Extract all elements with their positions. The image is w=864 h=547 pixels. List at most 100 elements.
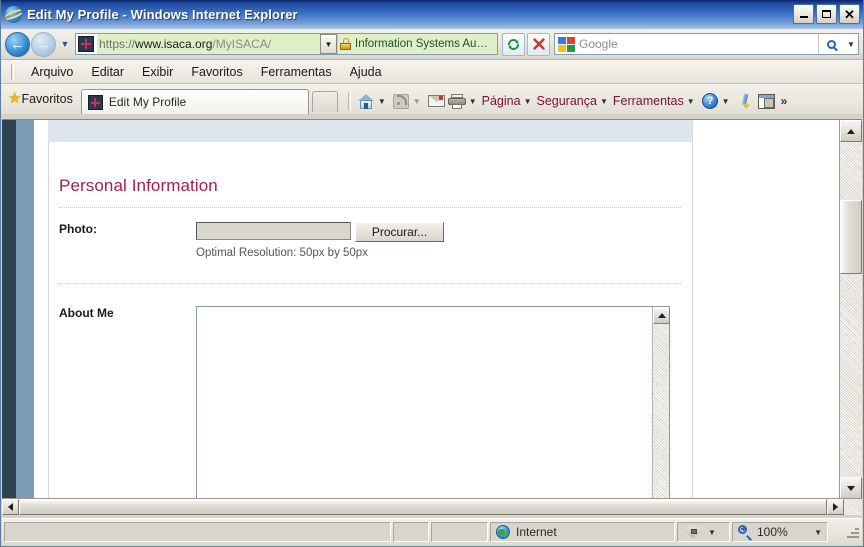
- page-horizontal-scrollbar[interactable]: [2, 498, 862, 515]
- mail-button[interactable]: [426, 91, 447, 111]
- home-button[interactable]: [356, 91, 377, 111]
- page-left-gutter: [34, 120, 48, 499]
- menu-item-arquivo[interactable]: Arquivo: [22, 63, 82, 81]
- browse-button[interactable]: Procurar...: [355, 222, 444, 242]
- browser-window: Edit My Profile - Windows Internet Explo…: [0, 0, 864, 547]
- section-divider: [59, 283, 681, 284]
- url-scheme: https://: [99, 37, 136, 51]
- window-title: Edit My Profile - Windows Internet Explo…: [27, 7, 298, 22]
- home-icon: [357, 93, 375, 109]
- feeds-dropdown-caret-icon[interactable]: ▼: [413, 97, 421, 106]
- stop-button[interactable]: [527, 32, 550, 56]
- rss-feed-icon: [393, 93, 410, 109]
- tab-label: Edit My Profile: [108, 95, 187, 109]
- print-button[interactable]: [447, 91, 468, 111]
- menu-label: Exibir: [142, 64, 174, 79]
- minimize-button[interactable]: [793, 4, 814, 24]
- close-button[interactable]: ✕: [839, 4, 860, 24]
- refresh-button[interactable]: [502, 32, 525, 56]
- ie-logo-icon: [5, 6, 22, 23]
- help-caret-icon[interactable]: ▼: [722, 97, 730, 106]
- status-panel-3: [431, 522, 488, 542]
- command-ferramentas[interactable]: Ferramentas: [613, 94, 684, 108]
- protected-caret-icon: ▼: [708, 527, 716, 537]
- screen-capture-icon: [757, 93, 775, 109]
- page-top-band: [48, 120, 692, 142]
- menu-item-favoritos[interactable]: Favoritos: [182, 63, 251, 81]
- screen-capture-button[interactable]: [756, 91, 777, 111]
- search-provider-dropdown[interactable]: ▼: [844, 40, 858, 49]
- photo-hint-text: Optimal Resolution: 50px by 50px: [196, 247, 368, 259]
- print-dropdown-caret-icon[interactable]: ▼: [469, 97, 477, 106]
- ev-certificate-badge[interactable]: Information Systems Audi...: [337, 34, 497, 54]
- resize-grip[interactable]: [846, 525, 860, 539]
- url-host: www.isaca.org: [135, 37, 213, 51]
- scroll-left-button[interactable]: [2, 499, 19, 515]
- maximize-button[interactable]: [816, 4, 837, 24]
- menu-drag-handle[interactable]: [11, 63, 14, 80]
- internet-zone-icon: [496, 525, 510, 539]
- security-zone-indicator[interactable]: Internet: [490, 522, 675, 542]
- navigation-bar: ← → ▼ https://www.isaca.org/MyISACA/ ▼ I…: [1, 29, 863, 60]
- command-pagina[interactable]: Página: [482, 94, 521, 108]
- menu-bar: Arquivo Editar Exibir Favoritos Ferramen…: [1, 60, 863, 84]
- help-button[interactable]: ?: [700, 91, 721, 111]
- menu-item-exibir[interactable]: Exibir: [133, 63, 182, 81]
- photo-file-input[interactable]: [196, 222, 351, 240]
- protected-mode-icon: [686, 525, 702, 539]
- address-bar[interactable]: https://www.isaca.org/MyISACA/ ▼ Informa…: [75, 33, 498, 55]
- mail-icon: [427, 95, 445, 107]
- horizontal-scroll-thumb[interactable]: [19, 499, 827, 515]
- zoom-control[interactable]: 100% ▼: [732, 522, 828, 542]
- page-left-steel-band: [16, 120, 34, 499]
- command-seguranca[interactable]: Segurança: [536, 94, 596, 108]
- scroll-up-button[interactable]: [840, 120, 862, 142]
- site-favicon-icon: [78, 36, 94, 52]
- address-input[interactable]: https://www.isaca.org/MyISACA/: [97, 34, 320, 54]
- zoom-icon: [738, 525, 752, 541]
- chevron-down-icon: ▼: [60, 39, 70, 49]
- vertical-scroll-thumb[interactable]: [840, 200, 862, 274]
- home-dropdown-caret-icon[interactable]: ▼: [378, 97, 386, 106]
- star-icon: ★: [8, 90, 22, 107]
- page-content: Personal Information Photo: Procurar... …: [2, 120, 838, 499]
- protected-mode-indicator[interactable]: ▼: [677, 522, 730, 542]
- back-button[interactable]: ←: [5, 31, 30, 57]
- scroll-right-button[interactable]: [827, 499, 844, 515]
- status-bar: Internet ▼ 100% ▼: [2, 518, 862, 545]
- menu-item-ferramentas[interactable]: Ferramentas: [252, 63, 341, 81]
- feeds-button[interactable]: [391, 91, 412, 111]
- photo-field-row: Photo: Procurar... Optimal Resolution: 5…: [48, 222, 692, 259]
- forward-arrow-icon: →: [36, 35, 51, 53]
- recent-pages-button[interactable]: ▼: [58, 39, 72, 49]
- about-me-textarea[interactable]: [196, 306, 670, 499]
- forward-button[interactable]: →: [31, 31, 56, 57]
- favorites-button[interactable]: ★ Favoritos: [1, 86, 81, 112]
- lock-icon: [340, 38, 351, 50]
- google-logo-icon: [558, 36, 575, 52]
- tab-edit-my-profile[interactable]: Edit My Profile: [80, 89, 309, 114]
- command-bar: ▼ ▼ ▼ Página ▼ Segurança ▼ Ferramentas ▼…: [347, 91, 863, 111]
- search-box[interactable]: Google ▼: [554, 33, 859, 55]
- search-go-button[interactable]: [818, 34, 844, 54]
- textarea-scroll-up-button[interactable]: [653, 307, 670, 324]
- textarea-scrollbar[interactable]: [652, 307, 670, 499]
- page-vertical-scrollbar[interactable]: [839, 120, 862, 499]
- page-left-dark-stripe: [2, 120, 16, 499]
- pagina-caret-icon[interactable]: ▼: [524, 97, 532, 106]
- search-input[interactable]: Google: [579, 37, 818, 51]
- address-dropdown-button[interactable]: ▼: [320, 34, 337, 54]
- scroll-down-button[interactable]: [840, 477, 862, 499]
- menu-item-ajuda[interactable]: Ajuda: [341, 63, 391, 81]
- new-tab-button[interactable]: [311, 91, 338, 112]
- seguranca-caret-icon[interactable]: ▼: [600, 97, 608, 106]
- pen-tool-button[interactable]: [735, 91, 756, 111]
- printer-icon: [448, 93, 467, 109]
- zoom-caret-icon[interactable]: ▼: [814, 528, 822, 537]
- favorites-label: Favoritos: [21, 92, 73, 106]
- command-overflow-button[interactable]: »: [781, 94, 788, 108]
- status-panel-2: [393, 522, 429, 542]
- site-favicon-icon: [87, 94, 103, 110]
- menu-item-editar[interactable]: Editar: [82, 63, 133, 81]
- ferramentas-caret-icon[interactable]: ▼: [687, 97, 695, 106]
